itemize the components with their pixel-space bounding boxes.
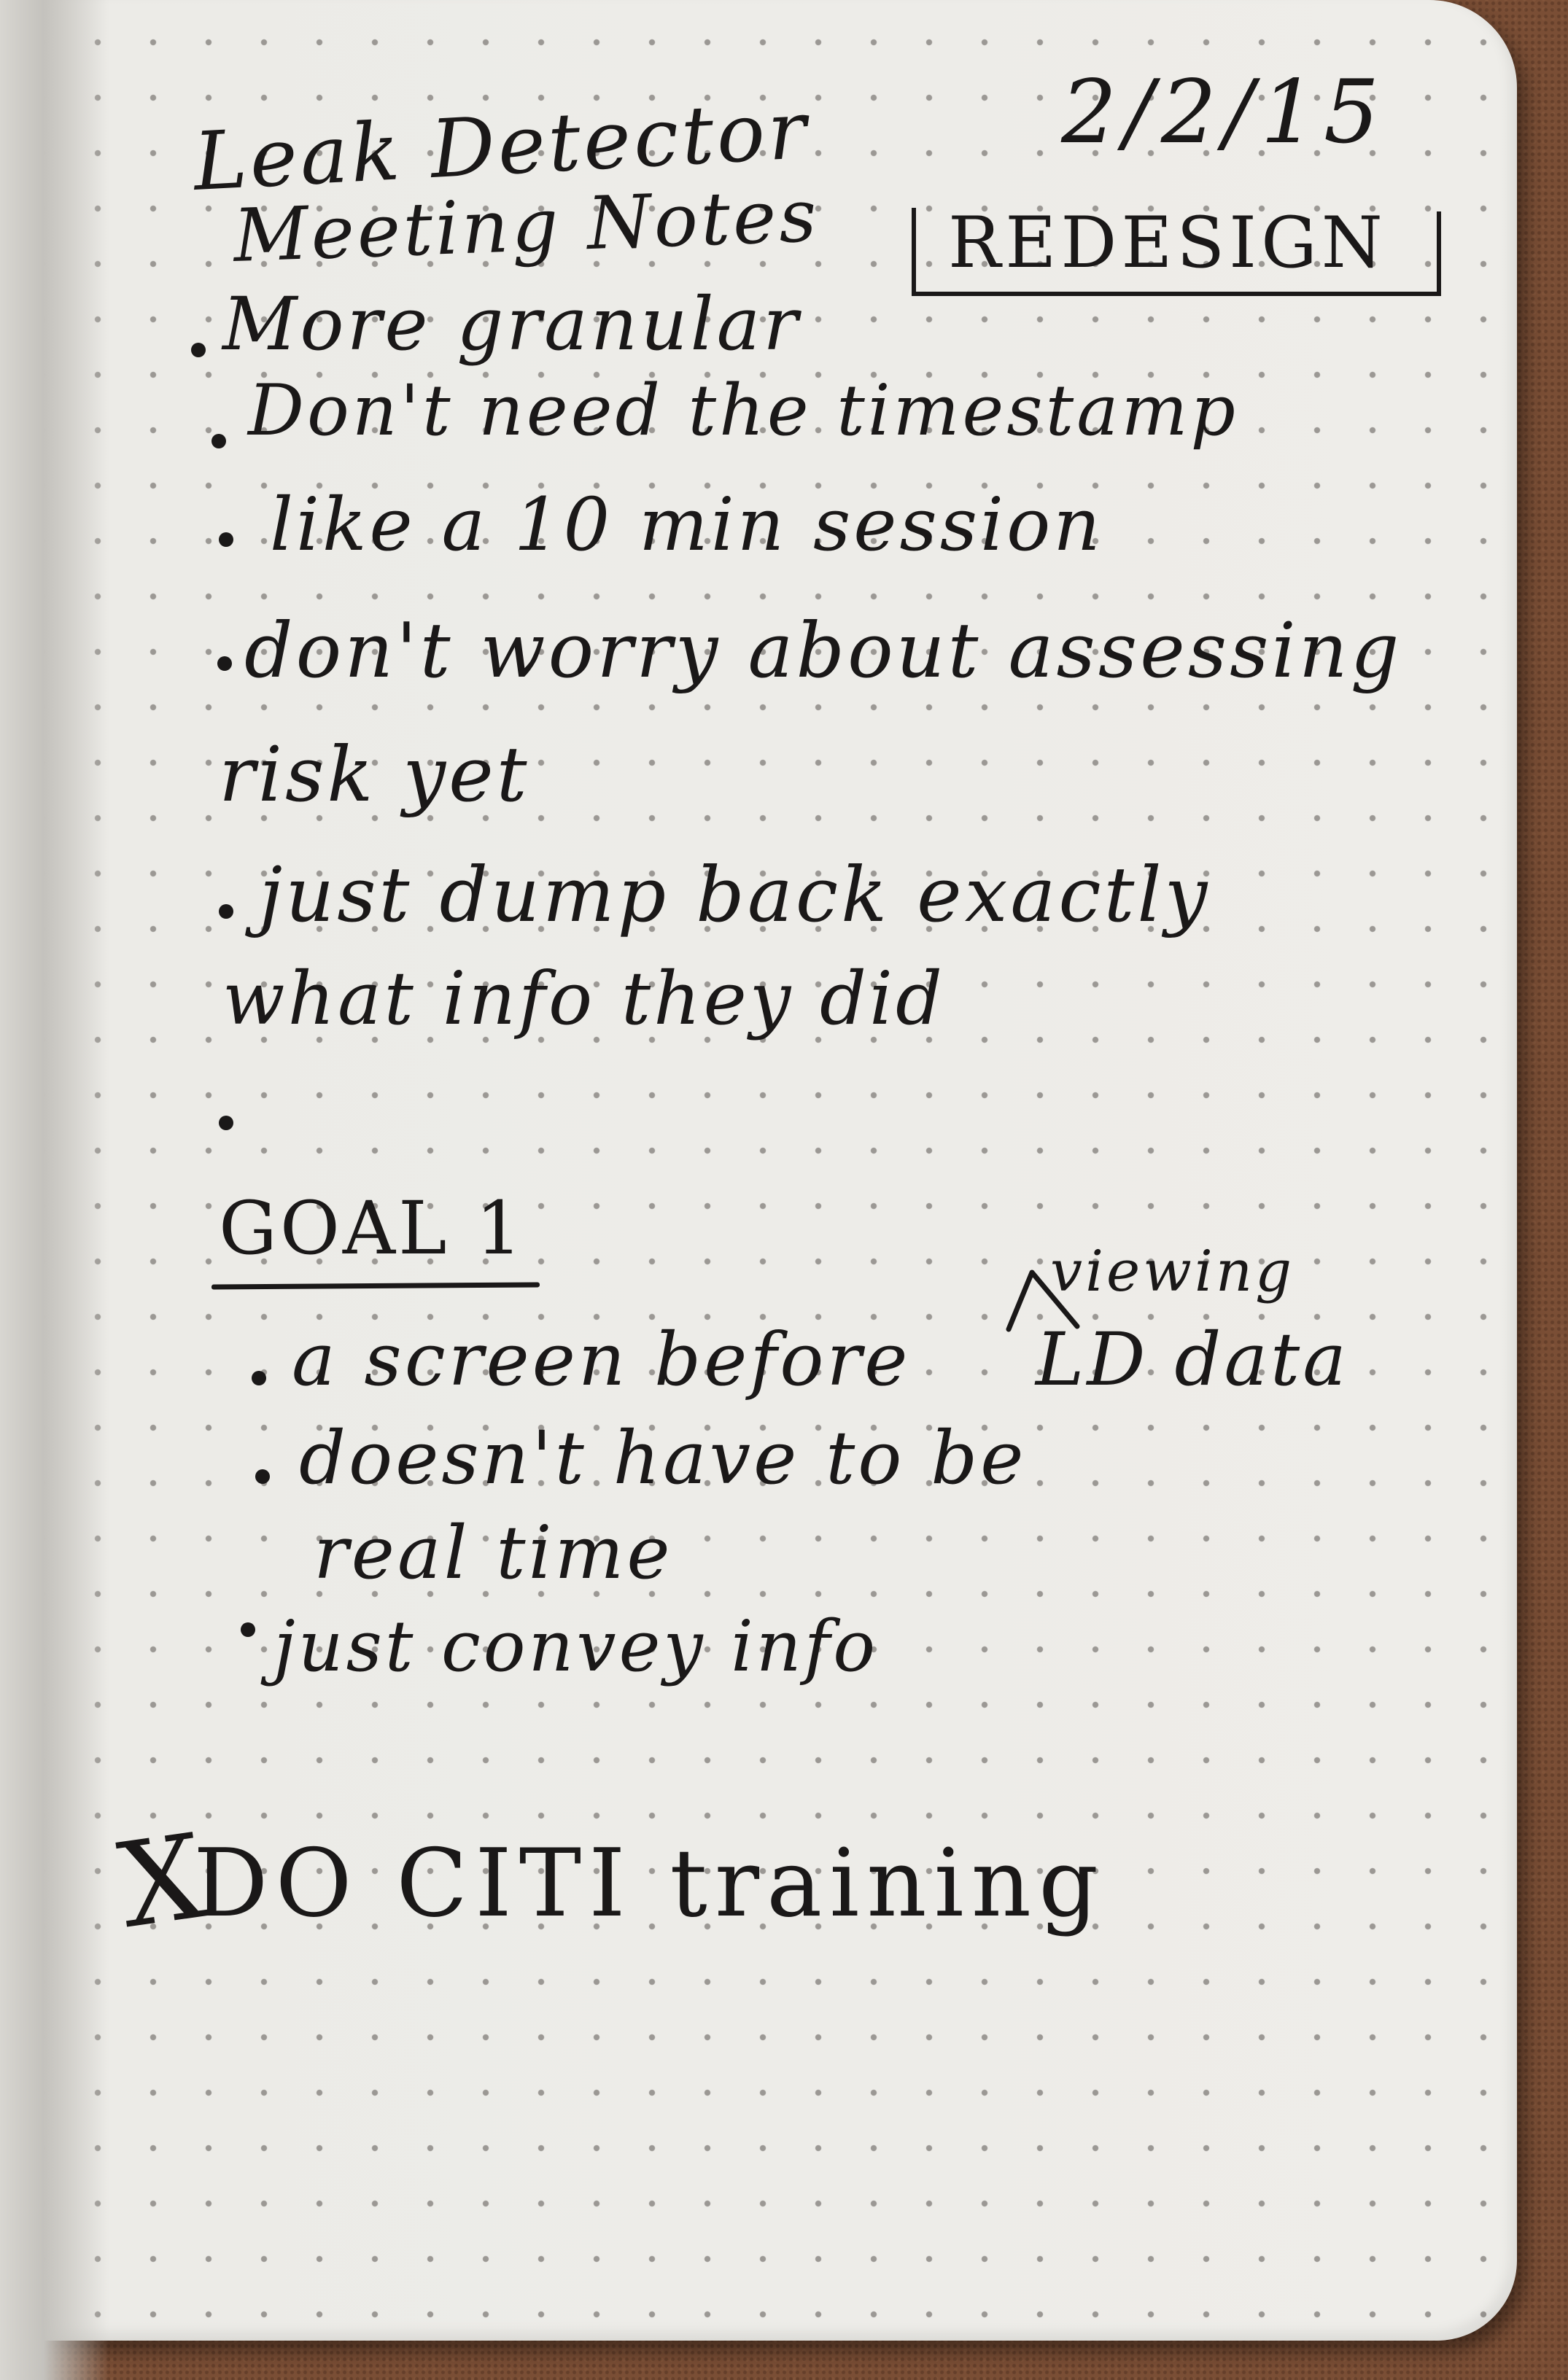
- bullet-2: Don't need the timestamp: [248, 370, 1238, 451]
- bullet-5-continued: what info they did: [222, 956, 946, 1041]
- notebook-photo: Leak Detector Meeting Notes 2/2/15 REDES…: [0, 0, 1568, 2380]
- redesign-tag: REDESIGN: [948, 202, 1387, 284]
- bullet-dot: [219, 532, 233, 547]
- notebook-spine-shadow: [0, 0, 109, 2380]
- goal-item-2-continued: real time: [314, 1510, 673, 1595]
- bullet-dot: [255, 1469, 270, 1484]
- bullet-dot: [219, 904, 233, 919]
- goal-item-3: just convey info: [273, 1606, 878, 1687]
- goal-insert-word: viewing: [1050, 1239, 1295, 1304]
- bullet-dot: [241, 1622, 255, 1637]
- bullet-dot: [211, 434, 226, 448]
- todo-item: DO CITI training: [193, 1829, 1106, 1938]
- goal-heading: GOAL 1: [219, 1186, 525, 1271]
- date: 2/2/15: [1061, 62, 1387, 163]
- bullet-dot: [191, 343, 206, 357]
- goal-item-1-continued: LD data: [1036, 1317, 1349, 1402]
- bullet-4-continued: risk yet: [219, 730, 530, 819]
- bullet-1: More granular: [222, 281, 802, 367]
- goal-item-2: doesn't have to be: [299, 1415, 1027, 1501]
- empty-bullet-dot: [219, 1116, 233, 1130]
- bullet-dot: [217, 656, 232, 671]
- bullet-4: don't worry about assessing: [244, 606, 1402, 695]
- bullet-3: like a 10 min session: [270, 482, 1103, 567]
- title-line-2: Meeting Notes: [232, 173, 821, 279]
- bullet-5: just dump back exactly: [259, 850, 1211, 939]
- bullet-dot: [252, 1371, 266, 1385]
- goal-item-1: a screen before: [292, 1317, 911, 1402]
